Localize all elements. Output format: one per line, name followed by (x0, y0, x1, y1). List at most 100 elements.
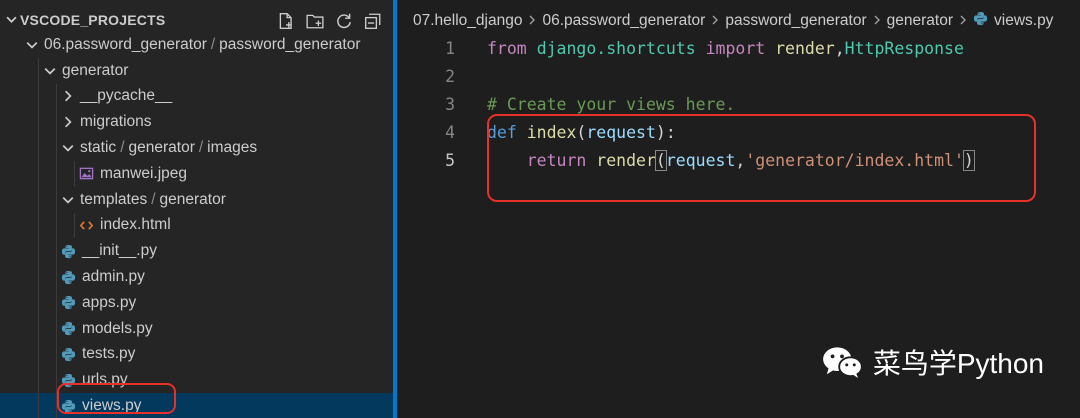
tree-item-label-segment: generator (159, 190, 226, 208)
indent-guide (38, 367, 39, 394)
line-number: 3 (445, 94, 455, 114)
folder-generator[interactable]: generator (0, 57, 393, 84)
code-line[interactable]: 1 from django.shortcuts import render,Htt… (397, 34, 1080, 62)
breadcrumb-item[interactable]: 07.hello_django (413, 12, 522, 30)
python-file-icon (60, 269, 76, 285)
chevron-right-icon (527, 12, 537, 30)
indent-guide (56, 341, 57, 368)
line-number: 5 (445, 150, 455, 170)
line-number: 1 (445, 38, 455, 58)
folder-static[interactable]: static / generator / images (0, 135, 393, 161)
indent-guide (56, 160, 57, 187)
chevron-down-icon[interactable] (42, 65, 58, 77)
indent-guide (56, 83, 57, 110)
file-manwei-jpeg[interactable]: manwei.jpeg (0, 160, 393, 187)
indent-guide (74, 212, 75, 239)
chevron-right-icon (958, 12, 968, 30)
indent-guide (56, 109, 57, 136)
indent-guide (56, 289, 57, 316)
indent-guide (56, 238, 57, 265)
file-models-py[interactable]: models.py (0, 315, 393, 342)
chevron-right-icon (710, 12, 720, 30)
tree-item-label-segment: generator (128, 139, 195, 157)
chevron-right-icon[interactable] (60, 116, 76, 128)
line-number: 2 (445, 66, 455, 86)
file-tests-py[interactable]: tests.py (0, 341, 393, 368)
tree-item-label-segment: images (207, 139, 258, 157)
code-token: django.shortcuts (536, 38, 696, 58)
code-token: HttpResponse (844, 38, 964, 58)
folder-pycache[interactable]: __pycache__ (0, 83, 393, 110)
indent-guide (74, 160, 75, 187)
folder-migrations[interactable]: migrations (0, 109, 393, 136)
tree-item-label-segment: password_generator (219, 35, 361, 53)
new-file-icon[interactable] (276, 11, 296, 31)
python-file-icon (60, 243, 76, 259)
tree-item-label: apps.py (82, 293, 137, 311)
indent-guide (38, 289, 39, 316)
tree-item-label: generator (62, 61, 129, 79)
chevron-down-icon[interactable] (6, 14, 20, 28)
file-tree: 06.password_generator / password_generator… (0, 32, 393, 418)
breadcrumb-item[interactable]: password_generator (725, 12, 866, 30)
code-token: import (705, 38, 766, 58)
code-token: # Create your views here. (487, 94, 736, 114)
new-folder-icon[interactable] (305, 11, 325, 31)
indent-guide (38, 109, 39, 136)
views-py-highlight (57, 383, 176, 414)
file-init-py[interactable]: __init__.py (0, 238, 393, 265)
chevron-down-icon[interactable] (24, 39, 40, 51)
indent-guide (38, 186, 39, 213)
refresh-icon[interactable] (334, 11, 354, 31)
indent-guide (56, 315, 57, 342)
chevron-down-icon[interactable] (60, 142, 76, 154)
python-file-icon (973, 11, 994, 31)
tree-item-label: templates (80, 190, 148, 208)
indent-guide (38, 57, 39, 84)
indent-guide (38, 238, 39, 265)
breadcrumb-item[interactable]: 06.password_generator (542, 12, 705, 30)
code-highlight-box (487, 114, 1036, 202)
html-file-icon (78, 217, 94, 233)
tree-item-label: migrations (80, 113, 152, 131)
python-file-icon (60, 321, 76, 337)
workspace-title[interactable]: VSCODE_PROJECTS (6, 12, 165, 28)
indent-guide (38, 135, 39, 161)
tree-item-label: models.py (82, 319, 153, 337)
folder-06-password-generator[interactable]: 06.password_generator / password_generator (0, 32, 393, 58)
file-apps-py[interactable]: apps.py (0, 289, 393, 316)
python-file-icon (60, 346, 76, 362)
chevron-right-icon (872, 12, 882, 30)
file-index-html[interactable]: index.html (0, 212, 393, 239)
explorer-sidebar: VSCODE_PROJECTS 06.password_generator / pa… (0, 0, 393, 418)
file-admin-py[interactable]: admin.py (0, 264, 393, 290)
image-file-icon (78, 166, 94, 182)
path-separator: / (151, 190, 156, 208)
folder-templates[interactable]: templates / generator (0, 186, 393, 213)
tree-item-label: 06.password_generator (44, 35, 207, 53)
indent-guide (38, 83, 39, 110)
chevron-right-icon[interactable] (60, 90, 76, 102)
chevron-down-icon[interactable] (60, 194, 76, 206)
collapse-all-icon[interactable] (363, 11, 383, 31)
tree-item-label: __pycache__ (80, 87, 173, 105)
code-text: # Create your views here. (487, 95, 735, 114)
path-separator: / (198, 139, 204, 157)
tree-item-label: static (80, 139, 117, 157)
watermark-text: 菜鸟学Python (872, 348, 1044, 379)
indent-guide (38, 264, 39, 290)
code-line[interactable]: 2 (397, 62, 1080, 90)
code-token: render (775, 38, 835, 58)
tree-item-label: tests.py (82, 345, 136, 363)
line-number: 4 (445, 122, 455, 142)
breadcrumb-item[interactable]: generator (887, 12, 953, 30)
code-token: , (834, 38, 845, 58)
wechat-logo-icon (822, 347, 863, 379)
indent-guide (38, 341, 39, 368)
code-editor[interactable]: 07.hello_django 06.password_generator pass… (397, 0, 1080, 418)
indent-guide (56, 264, 57, 290)
indent-guide (38, 160, 39, 187)
breadcrumb-file[interactable]: views.py (994, 12, 1053, 30)
